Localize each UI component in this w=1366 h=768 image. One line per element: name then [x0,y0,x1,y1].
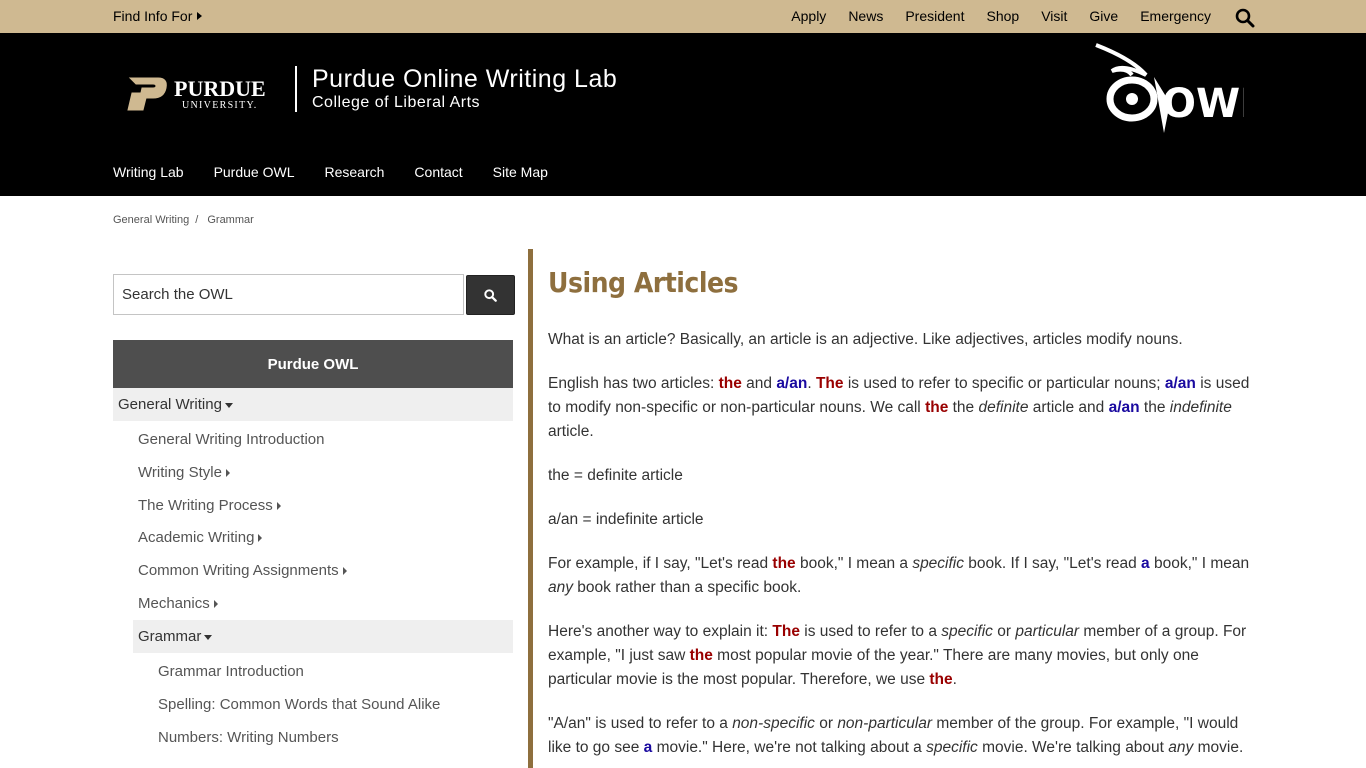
link-president[interactable]: President [905,8,964,24]
caret-right-icon [197,12,203,20]
breadcrumb: General Writing / Grammar [113,214,254,226]
breadcrumb-general-writing[interactable]: General Writing [113,214,189,226]
sidebar-item-common-writing-assignments[interactable]: Common Writing Assignments [138,562,347,579]
sidebar-item-label: The Writing Process [138,497,273,514]
find-info-for-menu[interactable]: Find Info For [113,8,203,24]
link-apply[interactable]: Apply [791,8,826,24]
link-shop[interactable]: Shop [986,8,1019,24]
svg-text:UNIVERSITY.: UNIVERSITY. [182,100,258,111]
sidebar-subsection-label: Grammar [138,628,202,645]
top-utility-bar: Find Info For Apply News President Shop … [0,0,1366,33]
sidebar-item-label: General Writing Introduction [138,431,325,448]
caret-right-icon [342,567,347,576]
link-emergency[interactable]: Emergency [1140,8,1211,24]
link-news[interactable]: News [848,8,883,24]
main-navigation: Writing Lab Purdue OWL Research Contact … [113,164,578,180]
sidebar-item-label: Mechanics [138,595,210,612]
caret-right-icon [258,534,263,543]
paragraph-definite: the = definite article [548,467,683,484]
content-accent-bar [528,249,533,768]
site-subtitle[interactable]: College of Liberal Arts [312,94,480,112]
search-icon[interactable] [1235,8,1255,28]
paragraph-example: For example, if I say, "Let's read the b… [548,555,1250,596]
owl-search-input[interactable] [113,274,464,315]
sidebar-item-academic-writing[interactable]: Academic Writing [138,529,263,546]
sidebar-subitem-grammar-introduction[interactable]: Grammar Introduction [158,663,304,680]
purdue-university-logo[interactable]: PURDUE UNIVERSITY. [126,75,276,115]
sidebar-subsection-grammar[interactable]: Grammar [133,620,513,653]
nav-research[interactable]: Research [325,164,385,180]
sidebar-item-label: Common Writing Assignments [138,562,339,579]
paragraph-two-articles: English has two articles: the and a/an. … [548,375,1250,440]
site-header: PURDUE UNIVERSITY. Purdue Online Writing… [0,33,1366,196]
caret-right-icon [213,600,218,609]
caret-down-icon [204,634,213,640]
paragraph-another-way: Here's another way to explain it: The is… [548,623,1247,688]
sidebar-item-writing-process[interactable]: The Writing Process [138,497,281,514]
caret-right-icon [276,502,281,511]
site-title[interactable]: Purdue Online Writing Lab [312,65,617,94]
sidebar-subitem-spelling[interactable]: Spelling: Common Words that Sound Alike [158,696,440,713]
sidebar-item-writing-style[interactable]: Writing Style [138,464,230,481]
sidebar-item-label: Numbers: Writing Numbers [158,729,339,746]
nav-contact[interactable]: Contact [414,164,462,180]
nav-site-map[interactable]: Site Map [493,164,548,180]
page-title: Using Articles [548,266,739,299]
svg-text:PURDUE: PURDUE [174,76,266,101]
sidebar-section-general-writing[interactable]: General Writing [113,388,513,421]
sidebar-section-label: General Writing [118,396,222,413]
sidebar-item-general-writing-introduction[interactable]: General Writing Introduction [138,431,324,448]
paragraph-a-an: "A/an" is used to refer to a non-specifi… [548,715,1244,756]
sidebar-item-mechanics[interactable]: Mechanics [138,595,218,612]
nav-purdue-owl[interactable]: Purdue OWL [214,164,295,180]
svg-text:OWL: OWL [1162,81,1244,127]
paragraph-intro: What is an article? Basically, an articl… [548,331,1183,348]
sidebar-item-label: Grammar Introduction [158,663,304,680]
sidebar-subitem-numbers[interactable]: Numbers: Writing Numbers [158,729,339,746]
utility-links: Apply News President Shop Visit Give Eme… [769,8,1211,24]
breadcrumb-grammar[interactable]: Grammar [207,214,253,226]
search-icon [484,288,497,302]
link-give[interactable]: Give [1089,8,1118,24]
paragraph-indefinite: a/an = indefinite article [548,511,704,528]
owl-logo[interactable]: OWL [1092,41,1244,139]
sidebar-item-label: Writing Style [138,464,222,481]
sidebar-item-label: Spelling: Common Words that Sound Alike [158,696,441,713]
sidebar-heading[interactable]: Purdue OWL [113,340,513,388]
sidebar-item-label: Academic Writing [138,529,255,546]
search-submit-button[interactable] [466,275,515,315]
link-visit[interactable]: Visit [1041,8,1067,24]
find-info-label: Find Info For [113,8,193,24]
caret-right-icon [225,469,230,478]
header-divider [295,66,297,112]
main-content: Using Articles What is an article? Basic… [548,266,1260,756]
nav-writing-lab[interactable]: Writing Lab [113,164,184,180]
caret-down-icon [224,402,233,408]
